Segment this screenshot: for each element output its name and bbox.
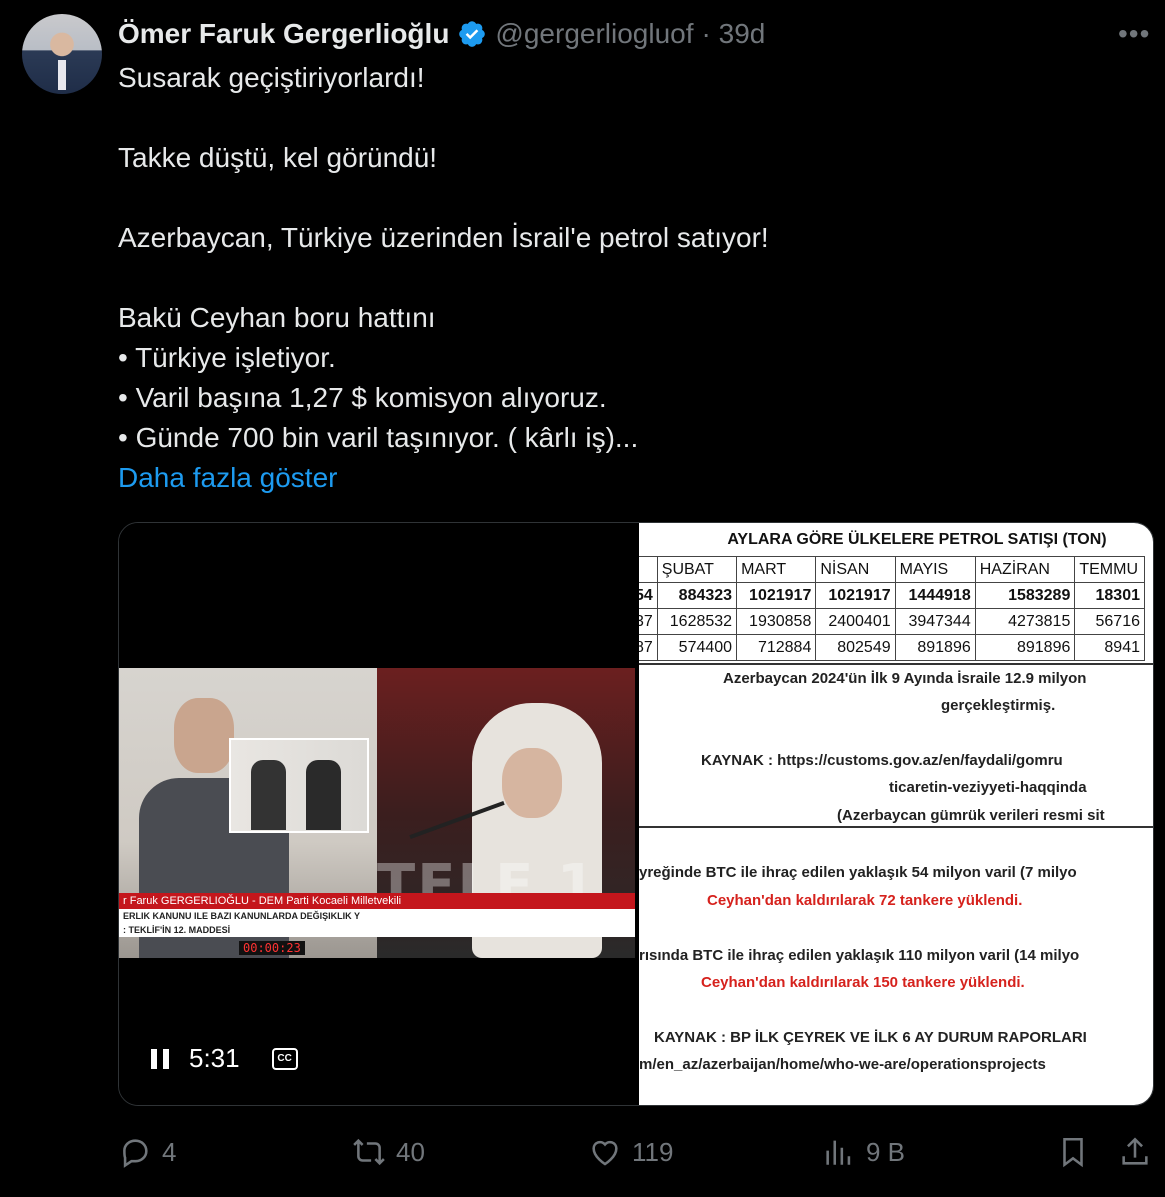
doc-cell: 54 bbox=[639, 582, 658, 609]
tweet-line bbox=[118, 258, 1138, 298]
doc-source: m/en_az/azerbaijan/home/who-we-are/opera… bbox=[639, 1056, 1046, 1073]
doc-cell: 802549 bbox=[815, 634, 896, 661]
share-button[interactable] bbox=[1118, 1126, 1152, 1178]
doc-cell: 891896 bbox=[894, 634, 976, 661]
video-player[interactable]: TELE 1 r Faruk GERGERLIOĞLU - DEM Parti … bbox=[119, 523, 639, 1105]
tweet-line bbox=[118, 98, 1138, 138]
doc-summary: gerçekleştirmiş. bbox=[941, 697, 1056, 714]
pause-icon[interactable] bbox=[149, 1047, 171, 1071]
views-count: 9 B bbox=[866, 1136, 906, 1167]
video-duration: 5:31 bbox=[189, 1043, 240, 1073]
doc-cell: 1021917 bbox=[736, 582, 817, 609]
doc-cell: 3947344 bbox=[894, 608, 976, 635]
like-button[interactable]: 119 bbox=[588, 1126, 673, 1178]
tweet-line: Takke düştü, kel göründü! bbox=[118, 142, 438, 173]
doc-cell: 87 bbox=[639, 634, 658, 661]
doc-cell: 1444918 bbox=[894, 582, 976, 609]
doc-header-cell: NİSAN bbox=[815, 556, 896, 583]
doc-btc-note: Ceyhan'dan kaldırılarak 150 tankere yükl… bbox=[701, 974, 1025, 991]
doc-header-cell: HAZİRAN bbox=[974, 556, 1076, 583]
doc-header-cell: MAYIS bbox=[894, 556, 976, 583]
doc-header-cell: ŞUBAT bbox=[656, 556, 738, 583]
doc-source: ticaretin-veziyyeti-haqqinda bbox=[889, 779, 1087, 796]
banner-line: ERLIK KANUNU ILE BAZI KANUNLARDA DEĞIŞIK… bbox=[123, 911, 361, 921]
doc-cell: 712884 bbox=[736, 634, 817, 661]
video-controls: 5:31 CC bbox=[149, 1043, 298, 1074]
tweet-header: Ömer Faruk Gergerlioğlu @gergerliogluof … bbox=[118, 14, 765, 54]
tweet-line bbox=[118, 178, 1138, 218]
doc-source: (Azerbaycan gümrük verileri resmi sit bbox=[837, 807, 1105, 824]
doc-cell: 18301 bbox=[1074, 582, 1145, 609]
doc-divider bbox=[639, 826, 1153, 828]
doc-source: KAYNAK : BP İLK ÇEYREK VE İLK 6 AY DURUM… bbox=[654, 1029, 1087, 1046]
doc-cell: 1930858 bbox=[736, 608, 817, 635]
share-icon bbox=[1122, 1137, 1148, 1165]
doc-cell: 4273815 bbox=[974, 608, 1076, 635]
repost-count: 40 bbox=[396, 1136, 425, 1167]
doc-cell: 56716 bbox=[1074, 608, 1145, 635]
doc-cell: 891896 bbox=[974, 634, 1076, 661]
doc-cell: 1021917 bbox=[815, 582, 896, 609]
tweet-actions: 4 40 119 9 B bbox=[118, 1126, 1158, 1178]
doc-btc-note: yreğinde BTC ile ihraç edilen yaklaşık 5… bbox=[639, 864, 1077, 881]
repost-icon bbox=[353, 1138, 385, 1166]
reply-button[interactable]: 4 bbox=[118, 1126, 176, 1178]
held-photo bbox=[229, 738, 369, 833]
reply-count: 4 bbox=[162, 1136, 177, 1167]
tweet-line: Bakü Ceyhan boru hattını bbox=[118, 302, 436, 333]
views-icon bbox=[826, 1140, 851, 1165]
closed-captions-icon[interactable]: CC bbox=[271, 1047, 298, 1070]
author-handle[interactable]: @gergerliogluof bbox=[495, 18, 693, 50]
doc-title: AYLARA GÖRE ÜLKELERE PETROL SATIŞI (TON) bbox=[727, 531, 1107, 548]
tweet-line: Azerbaycan, Türkiye üzerinden İsrail'e p… bbox=[118, 222, 769, 253]
tweet-text: Susarak geçiştiriyorlardı! Takke düştü, … bbox=[118, 58, 1138, 458]
doc-cell: 1583289 bbox=[974, 582, 1076, 609]
doc-source: KAYNAK : https://customs.gov.az/en/fayda… bbox=[701, 752, 1063, 769]
repost-button[interactable]: 40 bbox=[352, 1126, 425, 1178]
media-container[interactable]: TELE 1 r Faruk GERGERLIOĞLU - DEM Parti … bbox=[118, 522, 1154, 1106]
doc-divider bbox=[639, 663, 1153, 665]
doc-btc-note: Ceyhan'dan kaldırılarak 72 tankere yükle… bbox=[707, 892, 1023, 909]
tweet-line: • Varil başına 1,27 $ komisyon alıyoruz. bbox=[118, 382, 607, 413]
video-timecode: 00:00:23 bbox=[239, 941, 305, 955]
video-subtitle-banner: ERLIK KANUNU ILE BAZI KANUNLARDA DEĞIŞIK… bbox=[119, 909, 635, 937]
doc-cell: 574400 bbox=[656, 634, 738, 661]
banner-line: : TEKLİF'İN 12. MADDESİ bbox=[123, 925, 231, 935]
views-button[interactable]: 9 B bbox=[822, 1126, 905, 1178]
verified-badge-icon bbox=[459, 21, 486, 47]
show-more-link[interactable]: Daha fazla göster bbox=[118, 458, 337, 498]
doc-table: ŞUBAT MART NİSAN MAYIS HAZİRAN TEMMU 54 … bbox=[639, 556, 1145, 661]
doc-cell: 884323 bbox=[656, 582, 738, 609]
tweet-line: Susarak geçiştiriyorlardı! bbox=[118, 62, 425, 93]
heart-icon bbox=[592, 1140, 618, 1166]
doc-btc-note: rısında BTC ile ihraç edilen yaklaşık 11… bbox=[639, 947, 1080, 964]
tweet-line: • Günde 700 bin varil taşınıyor. ( kârlı… bbox=[118, 422, 639, 453]
tweet-line: • Türkiye işletiyor. bbox=[118, 342, 336, 373]
more-options-icon[interactable]: ••• bbox=[1118, 18, 1150, 50]
doc-cell: 8941 bbox=[1074, 634, 1145, 661]
like-count: 119 bbox=[632, 1136, 674, 1167]
avatar[interactable] bbox=[22, 14, 102, 94]
doc-header-cell: TEMMU bbox=[1074, 556, 1145, 583]
tweet-time[interactable]: · 39d bbox=[702, 18, 766, 50]
bookmark-icon bbox=[1063, 1137, 1083, 1168]
doc-summary: Azerbaycan 2024'ün İlk 9 Ayında İsraile … bbox=[723, 670, 1087, 687]
author-name[interactable]: Ömer Faruk Gergerlioğlu bbox=[118, 18, 449, 50]
video-name-banner: r Faruk GERGERLIOĞLU - DEM Parti Kocaeli… bbox=[119, 893, 635, 909]
doc-cell: 2400401 bbox=[815, 608, 896, 635]
bookmark-button[interactable] bbox=[1056, 1126, 1090, 1178]
doc-cell: 1628532 bbox=[656, 608, 738, 635]
document-image[interactable]: AYLARA GÖRE ÜLKELERE PETROL SATIŞI (TON)… bbox=[639, 523, 1153, 1105]
doc-header-cell: MART bbox=[736, 556, 817, 583]
doc-header-cell bbox=[639, 556, 658, 583]
doc-cell: 37 bbox=[639, 608, 658, 635]
reply-icon bbox=[123, 1139, 148, 1168]
